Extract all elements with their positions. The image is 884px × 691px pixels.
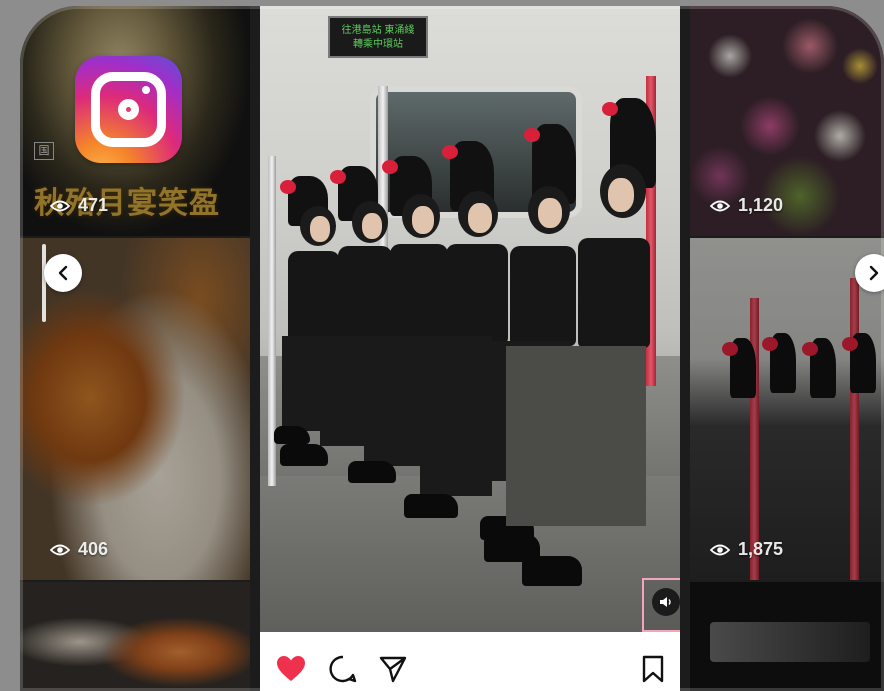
comment-icon <box>329 655 357 683</box>
scroll-indicator[interactable] <box>42 244 46 322</box>
view-count: 471 <box>50 195 108 216</box>
chevron-right-icon <box>869 265 879 281</box>
bookmark-icon <box>642 655 664 683</box>
grid-tile-flowers[interactable]: 1,120 <box>690 6 884 236</box>
previous-button[interactable] <box>44 254 82 292</box>
train-sign: 往港島站 東涌綫 轉乘中環站 <box>328 16 428 58</box>
instagram-logo-icon <box>75 56 182 163</box>
heart-filled-icon <box>277 656 305 681</box>
grid-tile-train[interactable]: 1,875 <box>690 238 884 580</box>
send-icon <box>379 656 407 683</box>
eye-icon <box>710 200 730 211</box>
view-count: 1,120 <box>710 195 783 216</box>
eye-icon <box>50 544 70 555</box>
view-count: 1,875 <box>710 539 783 560</box>
view-count-value: 471 <box>78 195 109 215</box>
post-card: 往港島站 東涌綫 轉乘中環站 <box>260 6 680 691</box>
mute-toggle-button[interactable] <box>642 578 680 632</box>
speaker-icon <box>660 597 671 607</box>
view-count-value: 406 <box>78 539 109 559</box>
eye-icon <box>50 200 70 211</box>
eye-icon <box>710 544 730 555</box>
chevron-left-icon <box>58 265 68 281</box>
save-button[interactable] <box>638 654 668 684</box>
grid-tile-seafood[interactable] <box>20 582 250 691</box>
post-video[interactable]: 往港島站 東涌綫 轉乘中環站 <box>260 6 680 632</box>
like-button[interactable] <box>276 654 306 684</box>
view-count-value: 1,875 <box>738 539 784 559</box>
grid-tile-dark[interactable] <box>690 582 884 691</box>
post-actions-bar <box>260 632 680 691</box>
comment-button[interactable] <box>328 654 358 684</box>
share-button[interactable] <box>378 654 408 684</box>
view-count: 406 <box>50 539 108 560</box>
view-count-value: 1,120 <box>738 195 784 215</box>
